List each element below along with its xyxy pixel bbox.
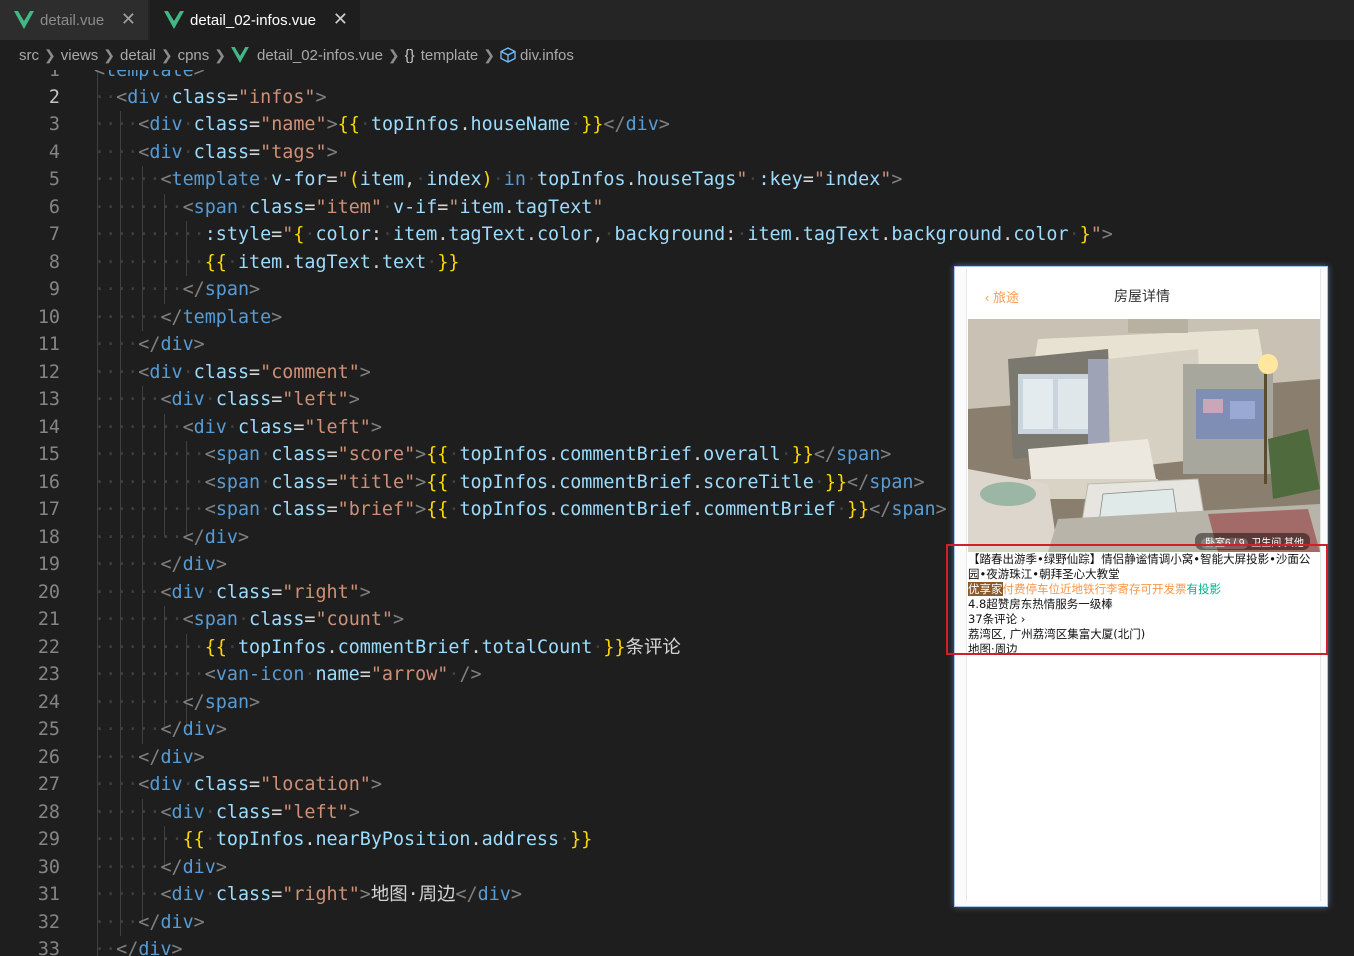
chevron-right-icon: ❯ (103, 46, 115, 63)
tab-label: detail.vue (40, 11, 105, 29)
breadcrumb-item[interactable]: src (19, 47, 39, 64)
breadcrumb-item[interactable]: template (421, 47, 479, 64)
vue-file-icon (164, 11, 184, 29)
vue-file-icon (231, 47, 249, 63)
breadcrumb-item[interactable]: views (61, 47, 99, 64)
breadcrumb-item[interactable]: div.infos (520, 47, 574, 64)
code-line: 3 ····<div·class="name">{{·topInfos.house… (48, 114, 670, 135)
code-line: 32 ····</div> (37, 912, 205, 933)
code-line: 5 ······<template·v-for="(item,·index)·in… (48, 169, 903, 190)
code-line: 33 ··</div> (37, 939, 183, 956)
back-label: 旅途 (992, 290, 1019, 305)
tab-detail-vue[interactable]: detail.vue ✕ (0, 0, 149, 40)
chevron-right-icon: ❯ (387, 46, 400, 63)
chevron-right-icon: ❯ (483, 46, 495, 63)
chevron-right-icon: ❯ (214, 46, 226, 63)
code-line: 1 <template> (48, 70, 205, 81)
vue-file-icon (14, 11, 34, 29)
close-icon[interactable]: ✕ (121, 9, 136, 30)
tab-bar: detail.vue ✕ detail_02-infos.vue ✕ (0, 0, 1354, 40)
breadcrumb-item[interactable]: detail (120, 47, 156, 64)
code-line: 6 ········<span·class="item"·v-if="item.t… (48, 197, 604, 218)
close-icon[interactable]: ✕ (333, 9, 348, 30)
cube-icon (500, 47, 516, 63)
back-button[interactable]: ‹ 旅途 (985, 287, 1019, 306)
nav-bar: ‹ 旅途 房屋详情 (967, 269, 1320, 315)
breadcrumb-item[interactable]: cpns (178, 47, 210, 64)
braces-icon: {} (404, 46, 415, 64)
code-line: 4 ····<div·class="tags"> (48, 142, 338, 163)
code-line: 7 ··········:style="{·color:·item.tagText… (48, 224, 1113, 245)
code-line: 2 ··<div·class="infos"> (48, 87, 327, 108)
page-title: 房屋详情 (1114, 288, 1170, 304)
chevron-right-icon: ❯ (44, 46, 56, 63)
tab-label: detail_02-infos.vue (190, 11, 316, 29)
highlight-box (946, 544, 1328, 655)
room-image (968, 319, 1320, 552)
breadcrumb-item[interactable]: detail_02-infos.vue (257, 47, 383, 64)
chevron-right-icon: ❯ (160, 46, 173, 63)
house-photo[interactable]: 卧室6 / 9 卫生间 其他 (968, 319, 1320, 552)
tab-detail-02-infos-vue[interactable]: detail_02-infos.vue ✕ (150, 0, 360, 40)
breadcrumb: src ❯ views ❯ detail ❯ cpns ❯ detail_02-info… (0, 40, 1354, 70)
